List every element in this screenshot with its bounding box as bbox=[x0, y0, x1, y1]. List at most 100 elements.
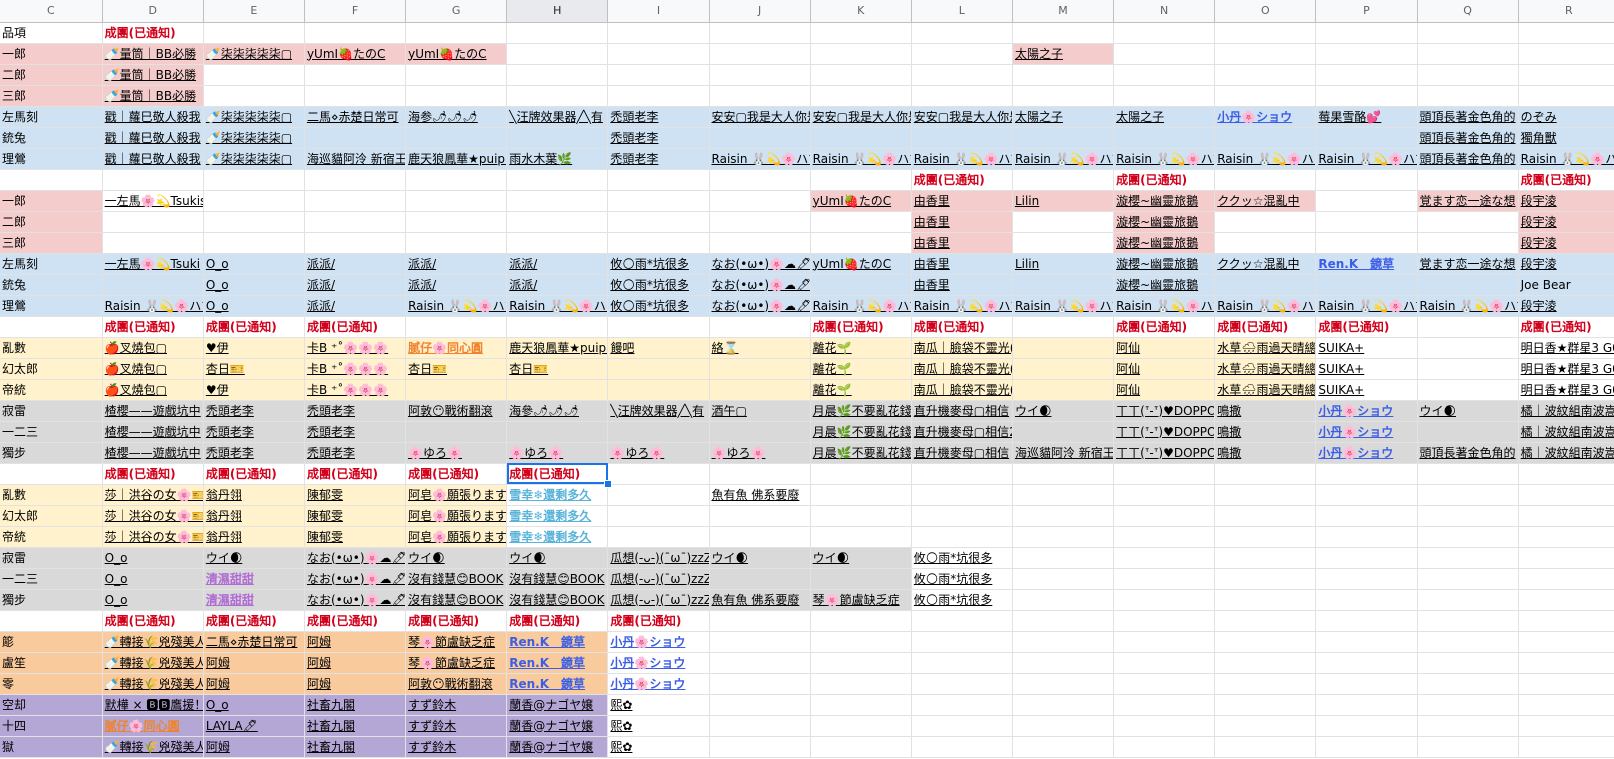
sheet-cell[interactable] bbox=[1012, 652, 1115, 674]
sheet-cell[interactable] bbox=[1417, 274, 1519, 296]
sheet-cell[interactable]: 成團(已通知) bbox=[1518, 316, 1614, 338]
row-label-cell[interactable]: 一二三 bbox=[0, 568, 103, 590]
sheet-cell[interactable] bbox=[1012, 64, 1115, 86]
sheet-cell[interactable]: ウイ🌒 bbox=[203, 547, 305, 569]
sheet-cell[interactable] bbox=[1113, 85, 1216, 107]
sheet-cell[interactable] bbox=[1214, 631, 1317, 653]
sheet-cell[interactable]: 成團(已通知) bbox=[911, 169, 1013, 191]
sheet-cell[interactable]: 獨角獸 bbox=[1518, 127, 1614, 149]
sheet-cell[interactable]: 默樺 × 🅱🅱鷹援！ bbox=[102, 694, 204, 716]
row-label-cell[interactable]: 一郎 bbox=[0, 43, 103, 65]
sheet-cell[interactable] bbox=[1214, 610, 1317, 632]
sheet-cell[interactable]: 腻仔🌸同心圓 bbox=[405, 337, 508, 359]
sheet-cell[interactable] bbox=[1315, 64, 1418, 86]
sheet-cell[interactable]: 翁丹翎 bbox=[203, 484, 305, 506]
sheet-cell[interactable]: ウイ🌒 bbox=[810, 547, 912, 569]
sheet-cell[interactable] bbox=[810, 43, 912, 65]
sheet-cell[interactable]: なお(•ω•)🌸☁🖊 bbox=[304, 547, 407, 569]
sheet-cell[interactable] bbox=[1315, 715, 1418, 737]
sheet-cell[interactable]: 成團(已通知) bbox=[506, 463, 609, 485]
sheet-cell[interactable]: 卡B ⁺˚🌸🌸🌸 bbox=[304, 379, 407, 401]
sheet-cell[interactable]: 攸🌕雨*坑很多 bbox=[911, 547, 1013, 569]
sheet-cell[interactable] bbox=[607, 232, 710, 254]
sheet-cell[interactable]: 成團(已通知) bbox=[607, 610, 710, 632]
sheet-cell[interactable] bbox=[1315, 127, 1418, 149]
sheet-cell[interactable] bbox=[810, 232, 912, 254]
row-label-cell[interactable] bbox=[0, 610, 103, 632]
sheet-cell[interactable] bbox=[911, 22, 1013, 44]
sheet-cell[interactable]: 南瓜｜臉袋不靈光(*ᴗ*) bbox=[911, 337, 1013, 359]
sheet-cell[interactable] bbox=[1012, 568, 1115, 590]
sheet-cell[interactable]: 饅吧 bbox=[607, 337, 710, 359]
sheet-cell[interactable] bbox=[304, 211, 407, 233]
sheet-cell[interactable] bbox=[709, 652, 811, 674]
sheet-cell[interactable]: 直升機麥母▢相信 bbox=[911, 400, 1013, 422]
sheet-cell[interactable] bbox=[1012, 736, 1115, 758]
sheet-cell[interactable] bbox=[1113, 127, 1216, 149]
sheet-cell[interactable]: 酒午▢ bbox=[709, 400, 811, 422]
sheet-cell[interactable] bbox=[1417, 64, 1519, 86]
sheet-cell[interactable]: 成團(已通知) bbox=[1214, 316, 1317, 338]
sheet-cell[interactable] bbox=[709, 505, 811, 527]
sheet-cell[interactable]: 🍼量筒｜BB必勝 bbox=[102, 43, 204, 65]
sheet-cell[interactable]: LAYLA🖊 bbox=[203, 715, 305, 737]
sheet-cell[interactable]: Raisin 🐰💫🌸ハマ bbox=[911, 295, 1013, 317]
sheet-cell[interactable]: 安安▢我是大人你是 bbox=[911, 106, 1013, 128]
sheet-cell[interactable] bbox=[607, 211, 710, 233]
sheet-cell[interactable]: 成團(已通知) bbox=[102, 22, 204, 44]
sheet-cell[interactable] bbox=[102, 169, 204, 191]
sheet-cell[interactable] bbox=[1417, 316, 1519, 338]
sheet-cell[interactable]: 🍼柒柒柒柒柒▢ bbox=[203, 127, 305, 149]
sheet-cell[interactable] bbox=[1315, 463, 1418, 485]
sheet-cell[interactable] bbox=[1113, 610, 1216, 632]
sheet-cell[interactable] bbox=[1113, 463, 1216, 485]
sheet-cell[interactable] bbox=[911, 127, 1013, 149]
sheet-cell[interactable] bbox=[1315, 484, 1418, 506]
sheet-cell[interactable]: 派派/ bbox=[304, 295, 407, 317]
column-header-n[interactable]: N bbox=[1113, 0, 1216, 23]
sheet-cell[interactable]: 頭頂長著金色角的 bbox=[1417, 106, 1519, 128]
sheet-cell[interactable]: 鳴撒 bbox=[1214, 421, 1317, 443]
sheet-cell[interactable]: Ren.K 鏡草 bbox=[506, 652, 609, 674]
sheet-cell[interactable] bbox=[1518, 484, 1614, 506]
sheet-cell[interactable]: 成團(已通知) bbox=[1113, 316, 1216, 338]
sheet-cell[interactable] bbox=[1113, 715, 1216, 737]
sheet-cell[interactable] bbox=[709, 232, 811, 254]
sheet-cell[interactable] bbox=[405, 64, 508, 86]
sheet-cell[interactable] bbox=[1417, 673, 1519, 695]
sheet-cell[interactable] bbox=[1012, 484, 1115, 506]
sheet-cell[interactable] bbox=[709, 421, 811, 443]
sheet-cell[interactable]: 海巡貓阿泠 新宿王 bbox=[1012, 442, 1115, 464]
sheet-cell[interactable] bbox=[1214, 694, 1317, 716]
sheet-cell[interactable]: Lilin bbox=[1012, 253, 1115, 275]
sheet-cell[interactable]: 🍼柒柒柒柒柒▢ bbox=[203, 43, 305, 65]
sheet-cell[interactable]: 腻仔🌸同心圓 bbox=[102, 715, 204, 737]
sheet-cell[interactable]: 段宇淩 bbox=[1518, 190, 1614, 212]
sheet-cell[interactable]: 阿姆 bbox=[304, 652, 407, 674]
sheet-cell[interactable] bbox=[1012, 22, 1115, 44]
sheet-cell[interactable]: 成團(已通知) bbox=[1113, 169, 1216, 191]
sheet-cell[interactable]: 🍼轉接🌾兇殘美人組★小蓍 bbox=[102, 652, 204, 674]
column-header-c[interactable]: C bbox=[0, 0, 103, 23]
sheet-cell[interactable]: 雪幸❄還剩多久 bbox=[506, 484, 609, 506]
sheet-cell[interactable]: ウイ🌒 bbox=[405, 547, 508, 569]
sheet-cell[interactable] bbox=[405, 379, 508, 401]
sheet-cell[interactable]: O_o bbox=[102, 547, 204, 569]
sheet-cell[interactable] bbox=[506, 232, 609, 254]
sheet-cell[interactable]: なお(•ω•)🌸☁🖊 bbox=[709, 274, 811, 296]
sheet-cell[interactable] bbox=[1012, 211, 1115, 233]
sheet-cell[interactable] bbox=[709, 379, 811, 401]
sheet-cell[interactable] bbox=[1113, 589, 1216, 611]
sheet-cell[interactable] bbox=[405, 22, 508, 44]
sheet-cell[interactable] bbox=[1012, 673, 1115, 695]
row-label-cell[interactable]: 銃兔 bbox=[0, 274, 103, 296]
sheet-cell[interactable] bbox=[304, 232, 407, 254]
row-label-cell[interactable]: 獄 bbox=[0, 736, 103, 758]
sheet-cell[interactable]: 小丹🌸ショウ bbox=[1315, 400, 1418, 422]
sheet-cell[interactable]: 🍼轉接🌾兇殘美人組★小蓍 bbox=[102, 673, 204, 695]
row-label-cell[interactable] bbox=[0, 169, 103, 191]
sheet-cell[interactable]: すず鈴木 bbox=[405, 694, 508, 716]
sheet-cell[interactable] bbox=[1518, 736, 1614, 758]
sheet-cell[interactable] bbox=[709, 715, 811, 737]
sheet-cell[interactable]: O_o bbox=[203, 253, 305, 275]
